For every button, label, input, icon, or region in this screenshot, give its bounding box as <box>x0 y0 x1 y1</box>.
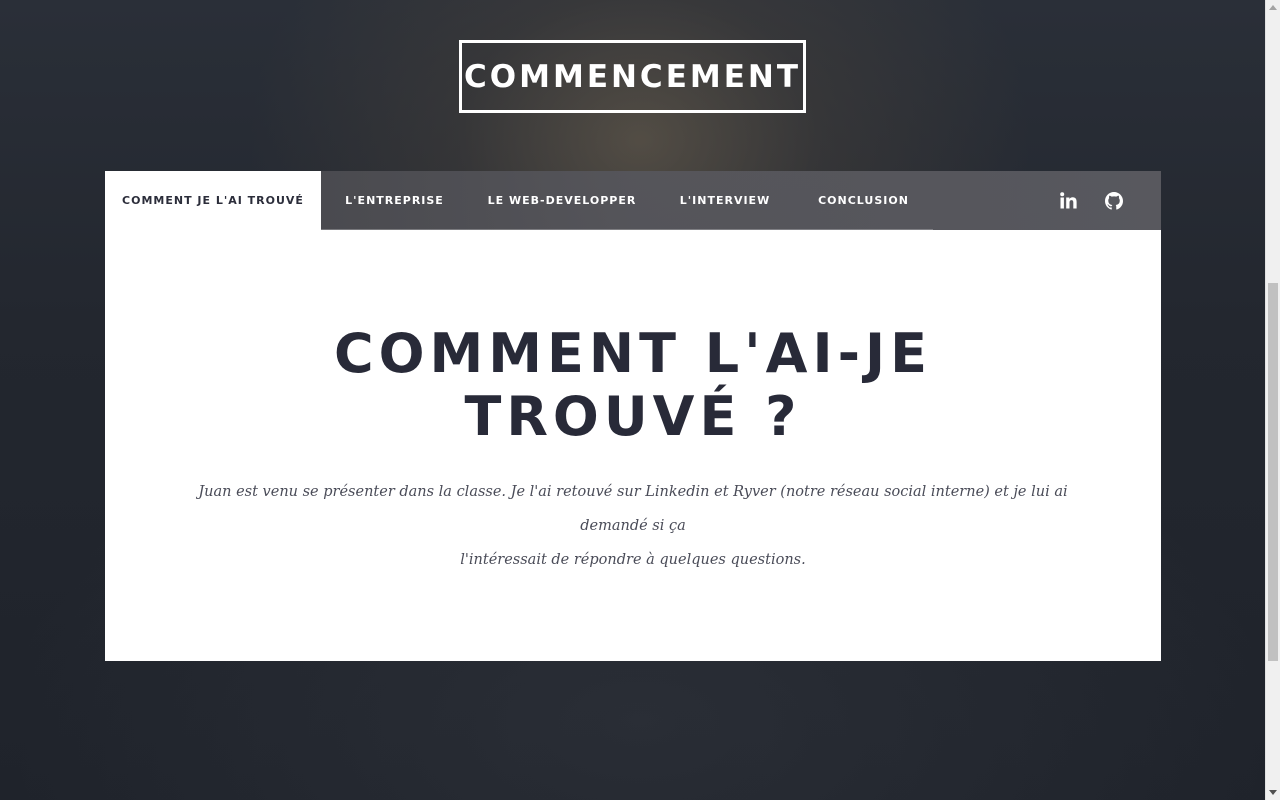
scroll-up-arrow-icon[interactable] <box>1269 5 1277 10</box>
tab-l-interview[interactable]: L'INTERVIEW <box>656 171 794 230</box>
content-section: COMMENT L'AI-JE TROUVÉ ? Juan est venu s… <box>105 230 1161 661</box>
tab-conclusion[interactable]: CONCLUSION <box>794 171 933 230</box>
tab-l-entreprise[interactable]: L'ENTREPRISE <box>321 171 468 230</box>
section-paragraph-line-2: l'intéressait de répondre à quelques que… <box>460 552 806 568</box>
section-paragraph: Juan est venu se présenter dans la class… <box>185 475 1081 577</box>
tab-le-web-developper[interactable]: LE WEB-DEVELOPPER <box>468 171 656 230</box>
brand-logo-box[interactable]: COMMENCEMENT <box>459 40 806 113</box>
section-paragraph-line-1: Juan est venu se présenter dans la class… <box>198 484 1068 534</box>
main-navigation: COMMENT JE L'AI TROUVÉ L'ENTREPRISE LE W… <box>105 171 1161 230</box>
section-title-line-1: COMMENT L'AI-JE <box>334 322 932 385</box>
scrollbar-thumb[interactable] <box>1268 283 1278 661</box>
scroll-down-arrow-icon[interactable] <box>1269 790 1277 795</box>
github-icon[interactable] <box>1104 191 1123 210</box>
brand-title[interactable]: COMMENCEMENT <box>464 59 801 95</box>
section-title: COMMENT L'AI-JE TROUVÉ ? <box>105 322 1161 448</box>
vertical-scrollbar[interactable] <box>1265 0 1280 800</box>
section-title-line-2: TROUVÉ ? <box>464 385 802 448</box>
tab-comment-je-l-ai-trouve[interactable]: COMMENT JE L'AI TROUVÉ <box>105 171 321 230</box>
page: COMMENCEMENT COMMENT JE L'AI TROUVÉ L'EN… <box>0 0 1265 800</box>
social-links <box>1059 171 1161 230</box>
linkedin-icon[interactable] <box>1059 191 1078 210</box>
